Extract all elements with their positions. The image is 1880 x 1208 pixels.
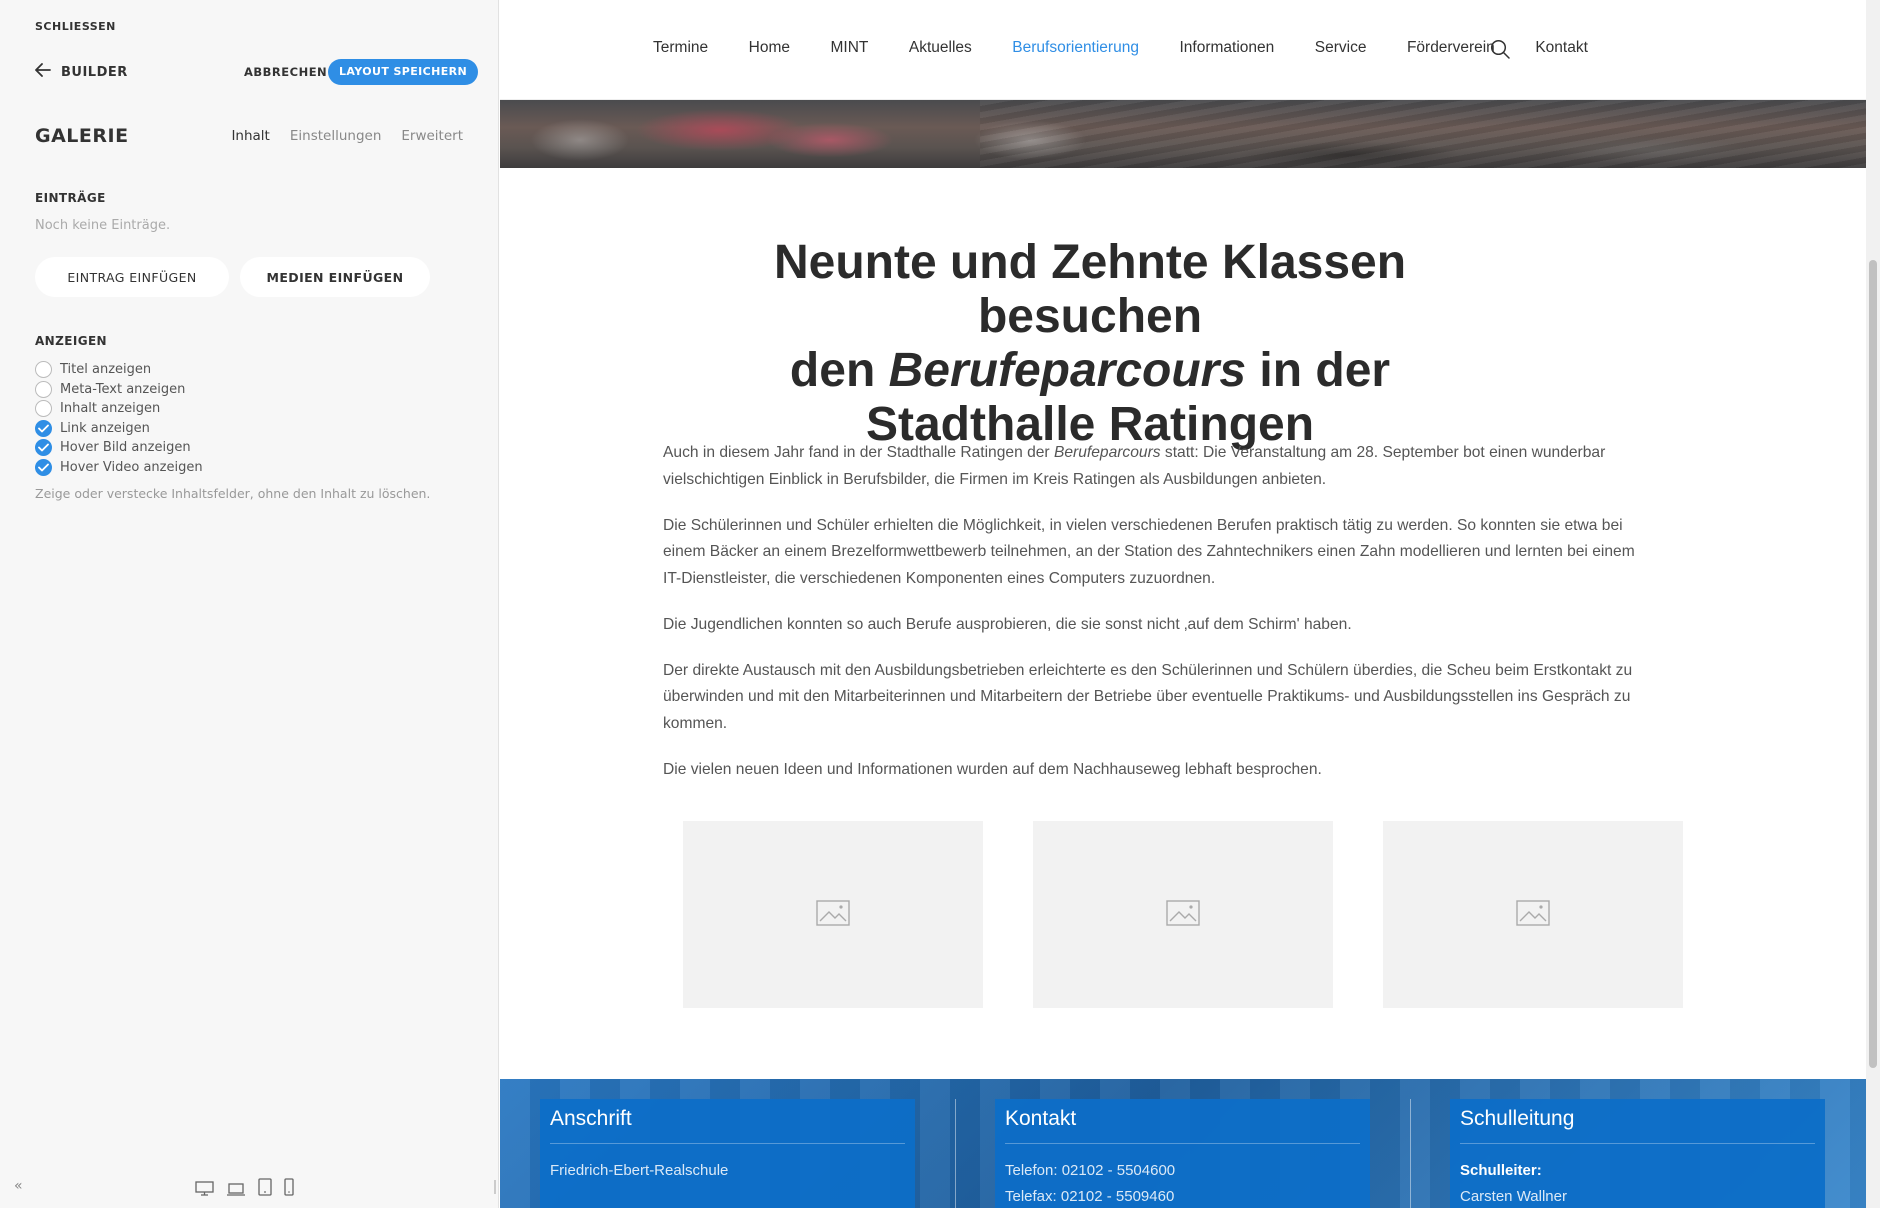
builder-panel: SCHLIESSEN BUILDER ABBRECHEN LAYOUT SPEI… — [0, 0, 499, 1208]
tablet-icon[interactable] — [258, 1178, 272, 1196]
option-show-hover-image[interactable]: Hover Bild anzeigen — [35, 438, 203, 458]
nav-item-berufsorientierung[interactable]: Berufsorientierung — [1012, 39, 1139, 57]
tab-inhalt[interactable]: Inhalt — [231, 128, 269, 144]
footer-address-title: Anschrift — [550, 1099, 905, 1144]
checkbox[interactable] — [35, 380, 52, 398]
footer-principal-name: Carsten Wallner — [1460, 1188, 1567, 1205]
article-body: Auch in diesem Jahr fand in der Stadthal… — [663, 440, 1653, 803]
nav-item-mint[interactable]: MINT — [831, 39, 869, 57]
search-icon[interactable] — [1490, 39, 1510, 63]
option-label: Inhalt anzeigen — [60, 401, 161, 417]
main-navigation: Termine Home MINT Aktuelles Berufsorient… — [500, 0, 1866, 100]
option-show-meta[interactable]: Meta-Text anzeigen — [35, 380, 203, 400]
panel-footer: « — [0, 1168, 499, 1208]
checkbox[interactable] — [35, 458, 52, 476]
option-label: Meta-Text anzeigen — [60, 381, 186, 397]
gallery-item[interactable] — [683, 821, 983, 1008]
display-hint: Zeige oder verstecke Inhaltsfelder, ohne… — [35, 486, 431, 501]
tab-einstellungen[interactable]: Einstellungen — [290, 128, 382, 144]
nav-item-informationen[interactable]: Informationen — [1179, 39, 1274, 57]
site-footer: Anschrift Friedrich-Ebert-Realschule Kon… — [500, 1079, 1866, 1208]
title-emphasis: Berufeparcours — [888, 344, 1247, 397]
display-heading: ANZEIGEN — [35, 334, 107, 348]
phone-icon[interactable] — [284, 1178, 294, 1196]
image-placeholder-icon — [1516, 899, 1550, 930]
tab-erweitert[interactable]: Erweitert — [401, 128, 463, 144]
entries-empty-note: Noch keine Einträge. — [35, 218, 171, 233]
checkbox[interactable] — [35, 439, 52, 457]
display-options: Titel anzeigen Meta-Text anzeigen Inhalt… — [35, 360, 203, 477]
option-label: Hover Video anzeigen — [60, 459, 203, 475]
back-to-builder-button[interactable]: BUILDER — [35, 63, 128, 81]
nav-menu: Termine Home MINT Aktuelles Berufsorient… — [653, 39, 1588, 57]
image-placeholder-icon — [1166, 899, 1200, 930]
insert-entry-button[interactable]: EINTRAG EINFÜGEN — [35, 257, 229, 297]
panel-tabs: Inhalt Einstellungen Erweitert — [231, 128, 463, 144]
cancel-button[interactable]: ABBRECHEN — [244, 65, 327, 79]
save-layout-button[interactable]: LAYOUT SPEICHERN — [328, 59, 479, 85]
footer-phone[interactable]: Telefon: 02102 - 5504600 — [1005, 1158, 1360, 1184]
option-show-link[interactable]: Link anzeigen — [35, 419, 203, 439]
gallery — [683, 821, 1683, 1008]
preview-scrollbar[interactable] — [1866, 0, 1880, 1208]
image-placeholder-icon — [816, 899, 850, 930]
nav-item-service[interactable]: Service — [1315, 39, 1367, 57]
footer-divider — [1410, 1099, 1411, 1208]
footer-contact: Kontakt Telefon: 02102 - 5504600 Telefax… — [995, 1099, 1370, 1208]
back-label: BUILDER — [61, 64, 128, 80]
footer-principal-role: Schulleiter: — [1460, 1162, 1542, 1179]
paragraph: Die Schülerinnen und Schüler erhielten d… — [663, 516, 1635, 587]
hero-image — [500, 100, 1866, 168]
footer-management: Schulleitung Schulleiter: Carsten Wallne… — [1450, 1099, 1825, 1208]
element-title: GALERIE — [35, 125, 129, 147]
paragraph: Die vielen neuen Ideen und Informationen… — [663, 760, 1322, 778]
page-preview: Termine Home MINT Aktuelles Berufsorient… — [500, 0, 1866, 1208]
option-show-content[interactable]: Inhalt anzeigen — [35, 399, 203, 419]
checkbox[interactable] — [35, 361, 52, 379]
footer-address: Anschrift Friedrich-Ebert-Realschule — [540, 1099, 915, 1208]
option-show-hover-video[interactable]: Hover Video anzeigen — [35, 458, 203, 478]
paragraph: Die Jugendlichen konnten so auch Berufe … — [663, 615, 1352, 633]
title-pre: den — [789, 344, 889, 397]
nav-item-termine[interactable]: Termine — [653, 39, 708, 57]
footer-school-name: Friedrich-Ebert-Realschule — [550, 1162, 729, 1179]
title-line-1: Neunte und Zehnte Klassen besuchen — [773, 236, 1407, 343]
gallery-item[interactable] — [1383, 821, 1683, 1008]
option-label: Hover Bild anzeigen — [60, 440, 191, 456]
footer-divider — [955, 1099, 956, 1208]
nav-item-foerderverein[interactable]: Förderverein — [1407, 39, 1495, 57]
device-switcher — [195, 1178, 294, 1196]
resize-handle[interactable] — [494, 1180, 496, 1194]
entries-heading: EINTRÄGE — [35, 191, 106, 205]
footer-fax: Telefax: 02102 - 5509460 — [1005, 1188, 1175, 1205]
footer-management-title: Schulleitung — [1460, 1099, 1815, 1144]
collapse-panel-button[interactable]: « — [14, 1178, 23, 1194]
option-label: Titel anzeigen — [60, 362, 152, 378]
arrow-left-icon — [35, 63, 51, 81]
laptop-icon[interactable] — [226, 1183, 246, 1196]
gallery-item[interactable] — [1033, 821, 1333, 1008]
insert-media-button[interactable]: MEDIEN EINFÜGEN — [240, 257, 430, 297]
paragraph: Der direkte Austausch mit den Ausbildung… — [663, 661, 1633, 732]
checkbox[interactable] — [35, 400, 52, 418]
footer-contact-title: Kontakt — [1005, 1099, 1360, 1144]
nav-item-home[interactable]: Home — [749, 39, 790, 57]
nav-item-aktuelles[interactable]: Aktuelles — [909, 39, 972, 57]
option-show-title[interactable]: Titel anzeigen — [35, 360, 203, 380]
desktop-icon[interactable] — [195, 1181, 214, 1196]
paragraph: Auch in diesem Jahr fand in der Stadthal… — [663, 444, 1606, 488]
checkbox[interactable] — [35, 419, 52, 437]
option-label: Link anzeigen — [60, 420, 150, 436]
nav-item-kontakt[interactable]: Kontakt — [1535, 39, 1588, 57]
scrollbar-thumb[interactable] — [1869, 260, 1877, 1068]
article-title: Neunte und Zehnte Klassen besuchen den B… — [680, 236, 1500, 452]
close-link[interactable]: SCHLIESSEN — [35, 20, 116, 33]
